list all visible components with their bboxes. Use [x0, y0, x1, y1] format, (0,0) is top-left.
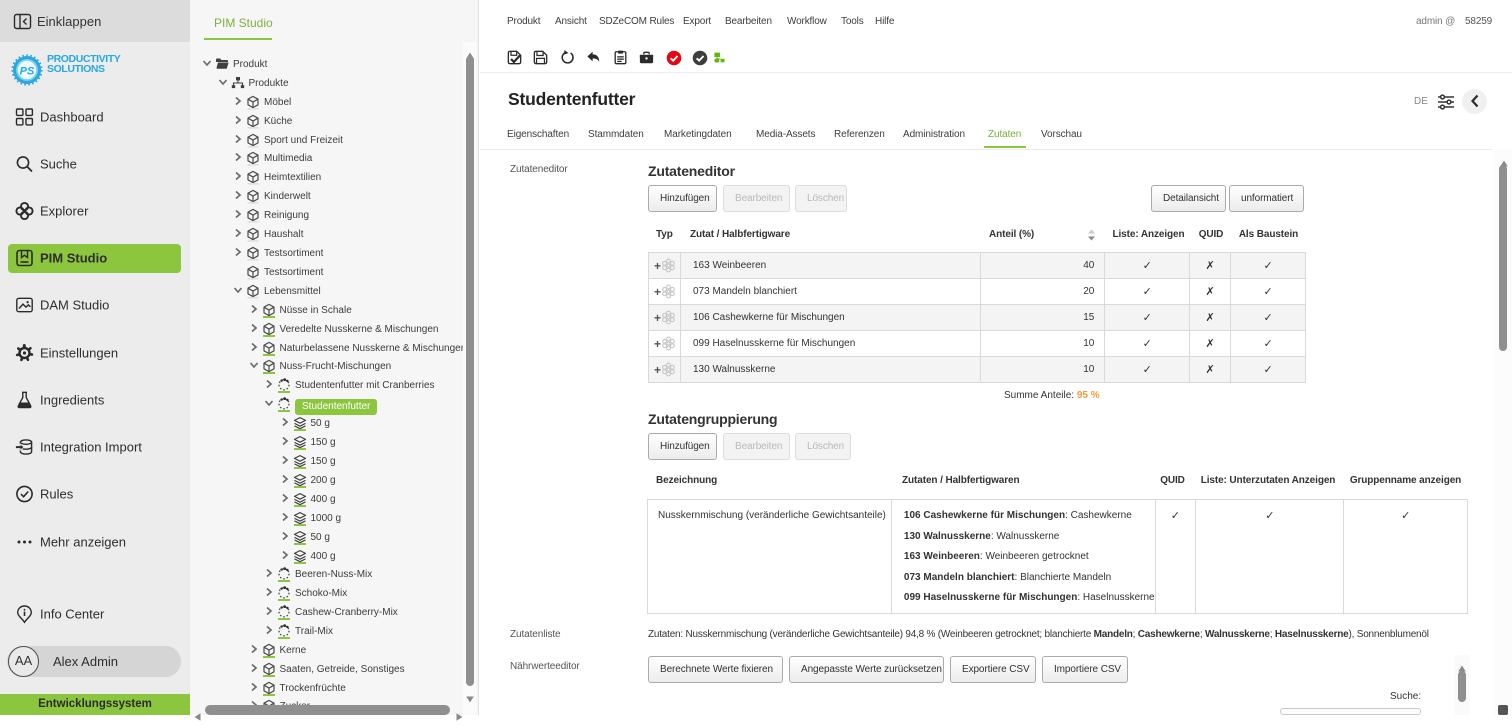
- svg-text:PS: PS: [20, 66, 35, 78]
